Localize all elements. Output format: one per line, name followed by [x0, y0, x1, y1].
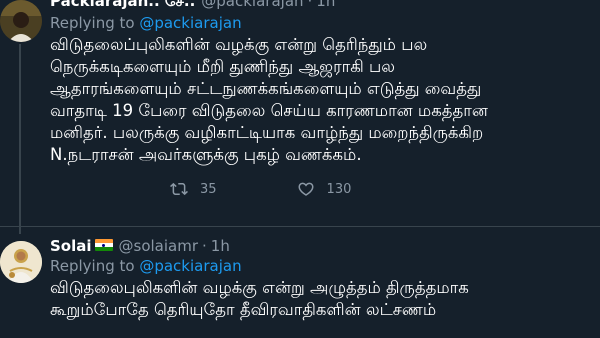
tweet-text-line: மனிதர். பலருக்கு வழிகாட்டியாக வாழ்ந்து ம… [50, 123, 484, 142]
author-name[interactable]: Packiarajan.. சே.. [50, 0, 195, 12]
tweet-text: விடுதலைபுலிகளின் வழக்கு என்று அழுத்தம் த… [50, 277, 592, 321]
tweet-content: Packiarajan.. சே.. @packiarajan · 1h Rep… [50, 0, 592, 198]
retweet-button[interactable]: 35 [170, 180, 217, 198]
divider [0, 226, 600, 227]
mention-link[interactable]: @packiarajan [139, 257, 241, 275]
tweet-text: விடுதலைப்புலிகளின் வழக்கு என்று தெரிந்து… [50, 34, 592, 166]
retweet-count: 35 [200, 181, 217, 197]
author-name[interactable]: Solai [50, 237, 92, 255]
replying-prefix: Replying to [50, 14, 140, 32]
india-flag-icon [94, 239, 113, 251]
avatar-image [0, 241, 42, 283]
author-handle[interactable]: @solaiamr [119, 237, 199, 255]
tweet-header: Packiarajan.. சே.. @packiarajan · 1h [50, 0, 592, 12]
separator-dot: · [307, 0, 313, 10]
like-button[interactable]: 130 [297, 180, 352, 198]
replying-to: Replying to @packiarajan [50, 257, 592, 275]
tweet-text-line: விடுதலைப்புலிகளின் வழக்கு என்று தெரிந்து… [50, 35, 428, 54]
replying-prefix: Replying to [50, 257, 140, 275]
timestamp[interactable]: 1h [211, 237, 230, 255]
avatar-image [0, 0, 42, 42]
mention-link[interactable]: @packiarajan [139, 14, 241, 32]
like-count: 130 [326, 181, 352, 197]
tweet-text-line: வாதாடி 19 பேரை விடுதலை செய்ய காரணமான மகத… [50, 101, 488, 120]
heart-icon [298, 182, 314, 196]
thread-line [19, 44, 21, 234]
tweet-content: Solai @solaiamr · 1h Replying to @packia… [50, 237, 592, 321]
tweet-text-line: நெருக்கடிகளையும் மீறி துணிந்து ஆஜராகி பல [50, 57, 395, 76]
tweet-text-line: ஆதாரங்களையும் சட்டநுணக்கங்களையும் எடுத்த… [50, 79, 482, 98]
tweet-text-line: N.நடராசன் அவர்களுக்கு புகழ் வணக்கம். [50, 145, 362, 164]
tweet-text-line: விடுதலைபுலிகளின் வழக்கு என்று அழுத்தம் த… [50, 278, 469, 297]
timestamp[interactable]: 1h [316, 0, 335, 10]
tweet-actions: 35 130 [170, 180, 592, 198]
tweet-text-line: கூறும்போதே தெரியுதோ தீவிரவாதிகளின் லட்சண… [50, 300, 437, 319]
retweet-icon [170, 182, 188, 196]
avatar[interactable] [0, 241, 42, 283]
author-handle[interactable]: @packiarajan [201, 0, 303, 10]
separator-dot: · [202, 237, 207, 255]
avatar[interactable] [0, 0, 42, 42]
replying-to: Replying to @packiarajan [50, 14, 592, 32]
tweet-header: Solai @solaiamr · 1h [50, 237, 592, 255]
